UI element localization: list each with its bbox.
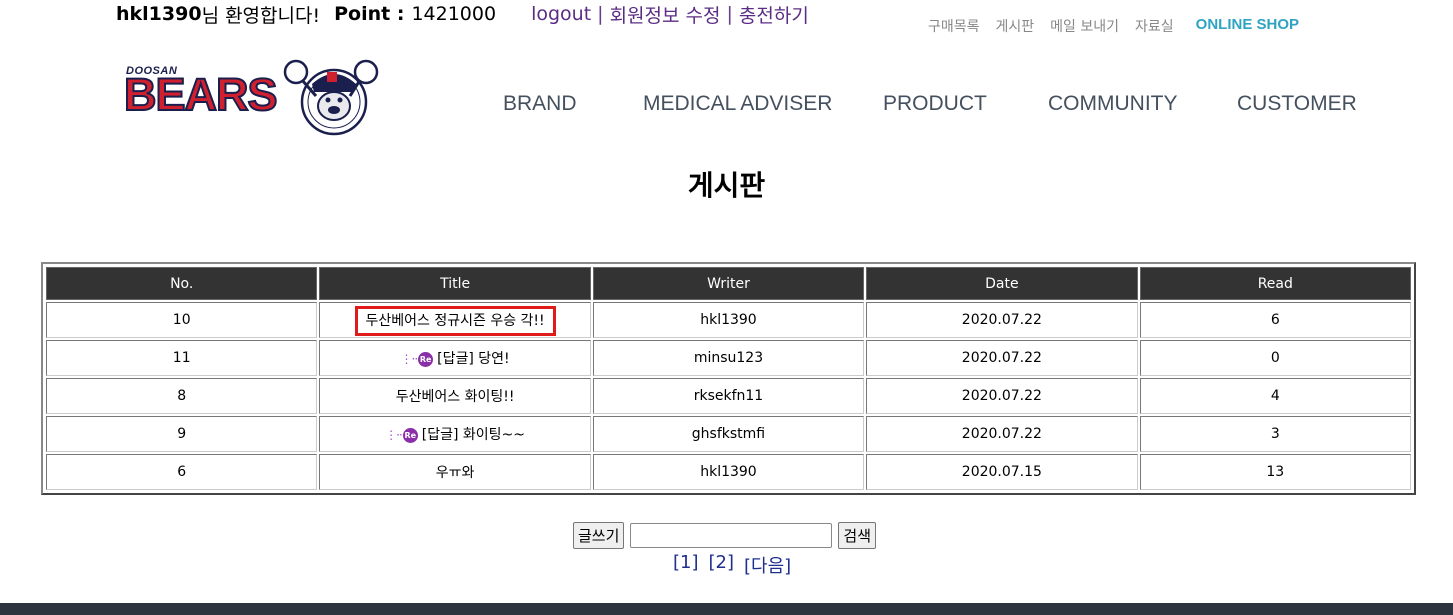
cell-writer: hkl1390 xyxy=(592,302,865,338)
table-row: 11 ⋮·· Re [답글] 당연! minsu123 2020.07.22 0 xyxy=(46,340,1411,376)
cell-no: 11 xyxy=(46,340,318,376)
table-header-row: No. Title Writer Date Read xyxy=(46,267,1411,300)
cell-read: 0 xyxy=(1139,340,1411,376)
cell-no: 10 xyxy=(46,302,318,338)
table-row: 9 ⋮·· Re [답글] 화이팅~~ ghsfkstmfi 2020.07.22 … xyxy=(46,416,1411,452)
cell-date: 2020.07.22 xyxy=(866,302,1138,338)
cell-read: 4 xyxy=(1139,378,1411,414)
cell-title: 우ㅠ와 xyxy=(319,454,591,490)
post-title-link[interactable]: [답글] 화이팅~~ xyxy=(422,427,525,443)
cell-title: 두산베어스 화이팅!! xyxy=(319,378,591,414)
welcome-text: 님 환영합니다! xyxy=(201,4,321,27)
page-link-next[interactable]: [다음] xyxy=(744,552,791,578)
pagination: [1] [2] [다음] xyxy=(673,552,791,578)
separator: | xyxy=(726,3,733,25)
write-button[interactable]: 글쓰기 xyxy=(573,522,625,549)
user-welcome-bar: hkl1390 님 환영합니다! Point : 1421000 logout |… xyxy=(116,1,809,28)
nav-brand[interactable]: BRAND xyxy=(503,92,643,116)
cell-date: 2020.07.15 xyxy=(866,454,1138,490)
post-title-link[interactable]: [답글] 당연! xyxy=(437,351,510,367)
column-header-title: Title xyxy=(319,267,591,300)
recharge-link[interactable]: 충전하기 xyxy=(739,1,809,28)
board-controls: 글쓰기 검색 xyxy=(573,522,877,549)
point-label: Point : xyxy=(334,3,405,25)
column-header-no: No. xyxy=(46,267,318,300)
cell-writer: ghsfkstmfi xyxy=(592,416,865,452)
search-input[interactable] xyxy=(630,523,833,548)
utility-nav: 구매목록 게시판 메일 보내기 자료실 ONLINE SHOP xyxy=(928,16,1299,36)
bear-mascot-icon xyxy=(283,59,379,136)
board-table: No. Title Writer Date Read 10 두산베어스 정규시즌… xyxy=(41,262,1416,495)
cell-read: 3 xyxy=(1139,416,1411,452)
column-header-writer: Writer xyxy=(592,267,865,300)
table-row: 10 두산베어스 정규시즌 우승 각!! hkl1390 2020.07.22 … xyxy=(46,302,1411,338)
separator: | xyxy=(597,3,604,25)
column-header-read: Read xyxy=(1139,267,1411,300)
util-archive[interactable]: 자료실 xyxy=(1135,16,1174,36)
user-id: hkl1390 xyxy=(116,3,202,25)
cell-writer: rksekfn11 xyxy=(592,378,865,414)
cell-title: ⋮·· Re [답글] 화이팅~~ xyxy=(319,416,591,452)
logout-link[interactable]: logout xyxy=(531,3,591,25)
reply-icon: ⋮·· Re xyxy=(385,427,418,443)
cell-writer: hkl1390 xyxy=(592,454,865,490)
post-title-link[interactable]: 두산베어스 정규시즌 우승 각!! xyxy=(354,306,556,336)
cell-title: ⋮·· Re [답글] 당연! xyxy=(319,340,591,376)
post-title-link[interactable]: 우ㅠ와 xyxy=(436,465,475,481)
cell-date: 2020.07.22 xyxy=(866,340,1138,376)
cell-no: 8 xyxy=(46,378,318,414)
doosan-bears-logo[interactable]: DOOSAN BEARS xyxy=(123,50,386,136)
page-link-2[interactable]: [2] xyxy=(709,552,735,578)
edit-profile-link[interactable]: 회원정보 수정 xyxy=(610,1,721,28)
search-button[interactable]: 검색 xyxy=(838,522,877,549)
cell-no: 9 xyxy=(46,416,318,452)
nav-product[interactable]: PRODUCT xyxy=(883,92,1048,116)
main-nav: BRAND MEDICAL ADVISER PRODUCT COMMUNITY … xyxy=(503,92,1357,116)
cell-read: 6 xyxy=(1139,302,1411,338)
cell-read: 13 xyxy=(1139,454,1411,490)
cell-title: 두산베어스 정규시즌 우승 각!! xyxy=(319,302,591,338)
util-purchase-list[interactable]: 구매목록 xyxy=(928,16,980,36)
nav-community[interactable]: COMMUNITY xyxy=(1048,92,1237,116)
logo-big-text: BEARS xyxy=(123,69,279,120)
table-row: 8 두산베어스 화이팅!! rksekfn11 2020.07.22 4 xyxy=(46,378,1411,414)
table-row: 6 우ㅠ와 hkl1390 2020.07.15 13 xyxy=(46,454,1411,490)
util-send-mail[interactable]: 메일 보내기 xyxy=(1050,16,1119,36)
point-value: 1421000 xyxy=(411,3,497,25)
util-board[interactable]: 게시판 xyxy=(996,16,1035,36)
page-title: 게시판 xyxy=(687,169,766,202)
cell-no: 6 xyxy=(46,454,318,490)
nav-medical-adviser[interactable]: MEDICAL ADVISER xyxy=(643,92,883,116)
online-shop-link[interactable]: ONLINE SHOP xyxy=(1196,16,1299,36)
cell-date: 2020.07.22 xyxy=(866,378,1138,414)
nav-customer[interactable]: CUSTOMER xyxy=(1237,92,1357,116)
page-link-1[interactable]: [1] xyxy=(673,552,699,578)
reply-icon: ⋮·· Re xyxy=(400,351,434,367)
cell-writer: minsu123 xyxy=(592,340,865,376)
footer-bar xyxy=(0,603,1453,615)
post-title-link[interactable]: 두산베어스 화이팅!! xyxy=(396,389,515,405)
cell-date: 2020.07.22 xyxy=(866,416,1138,452)
column-header-date: Date xyxy=(866,267,1138,300)
